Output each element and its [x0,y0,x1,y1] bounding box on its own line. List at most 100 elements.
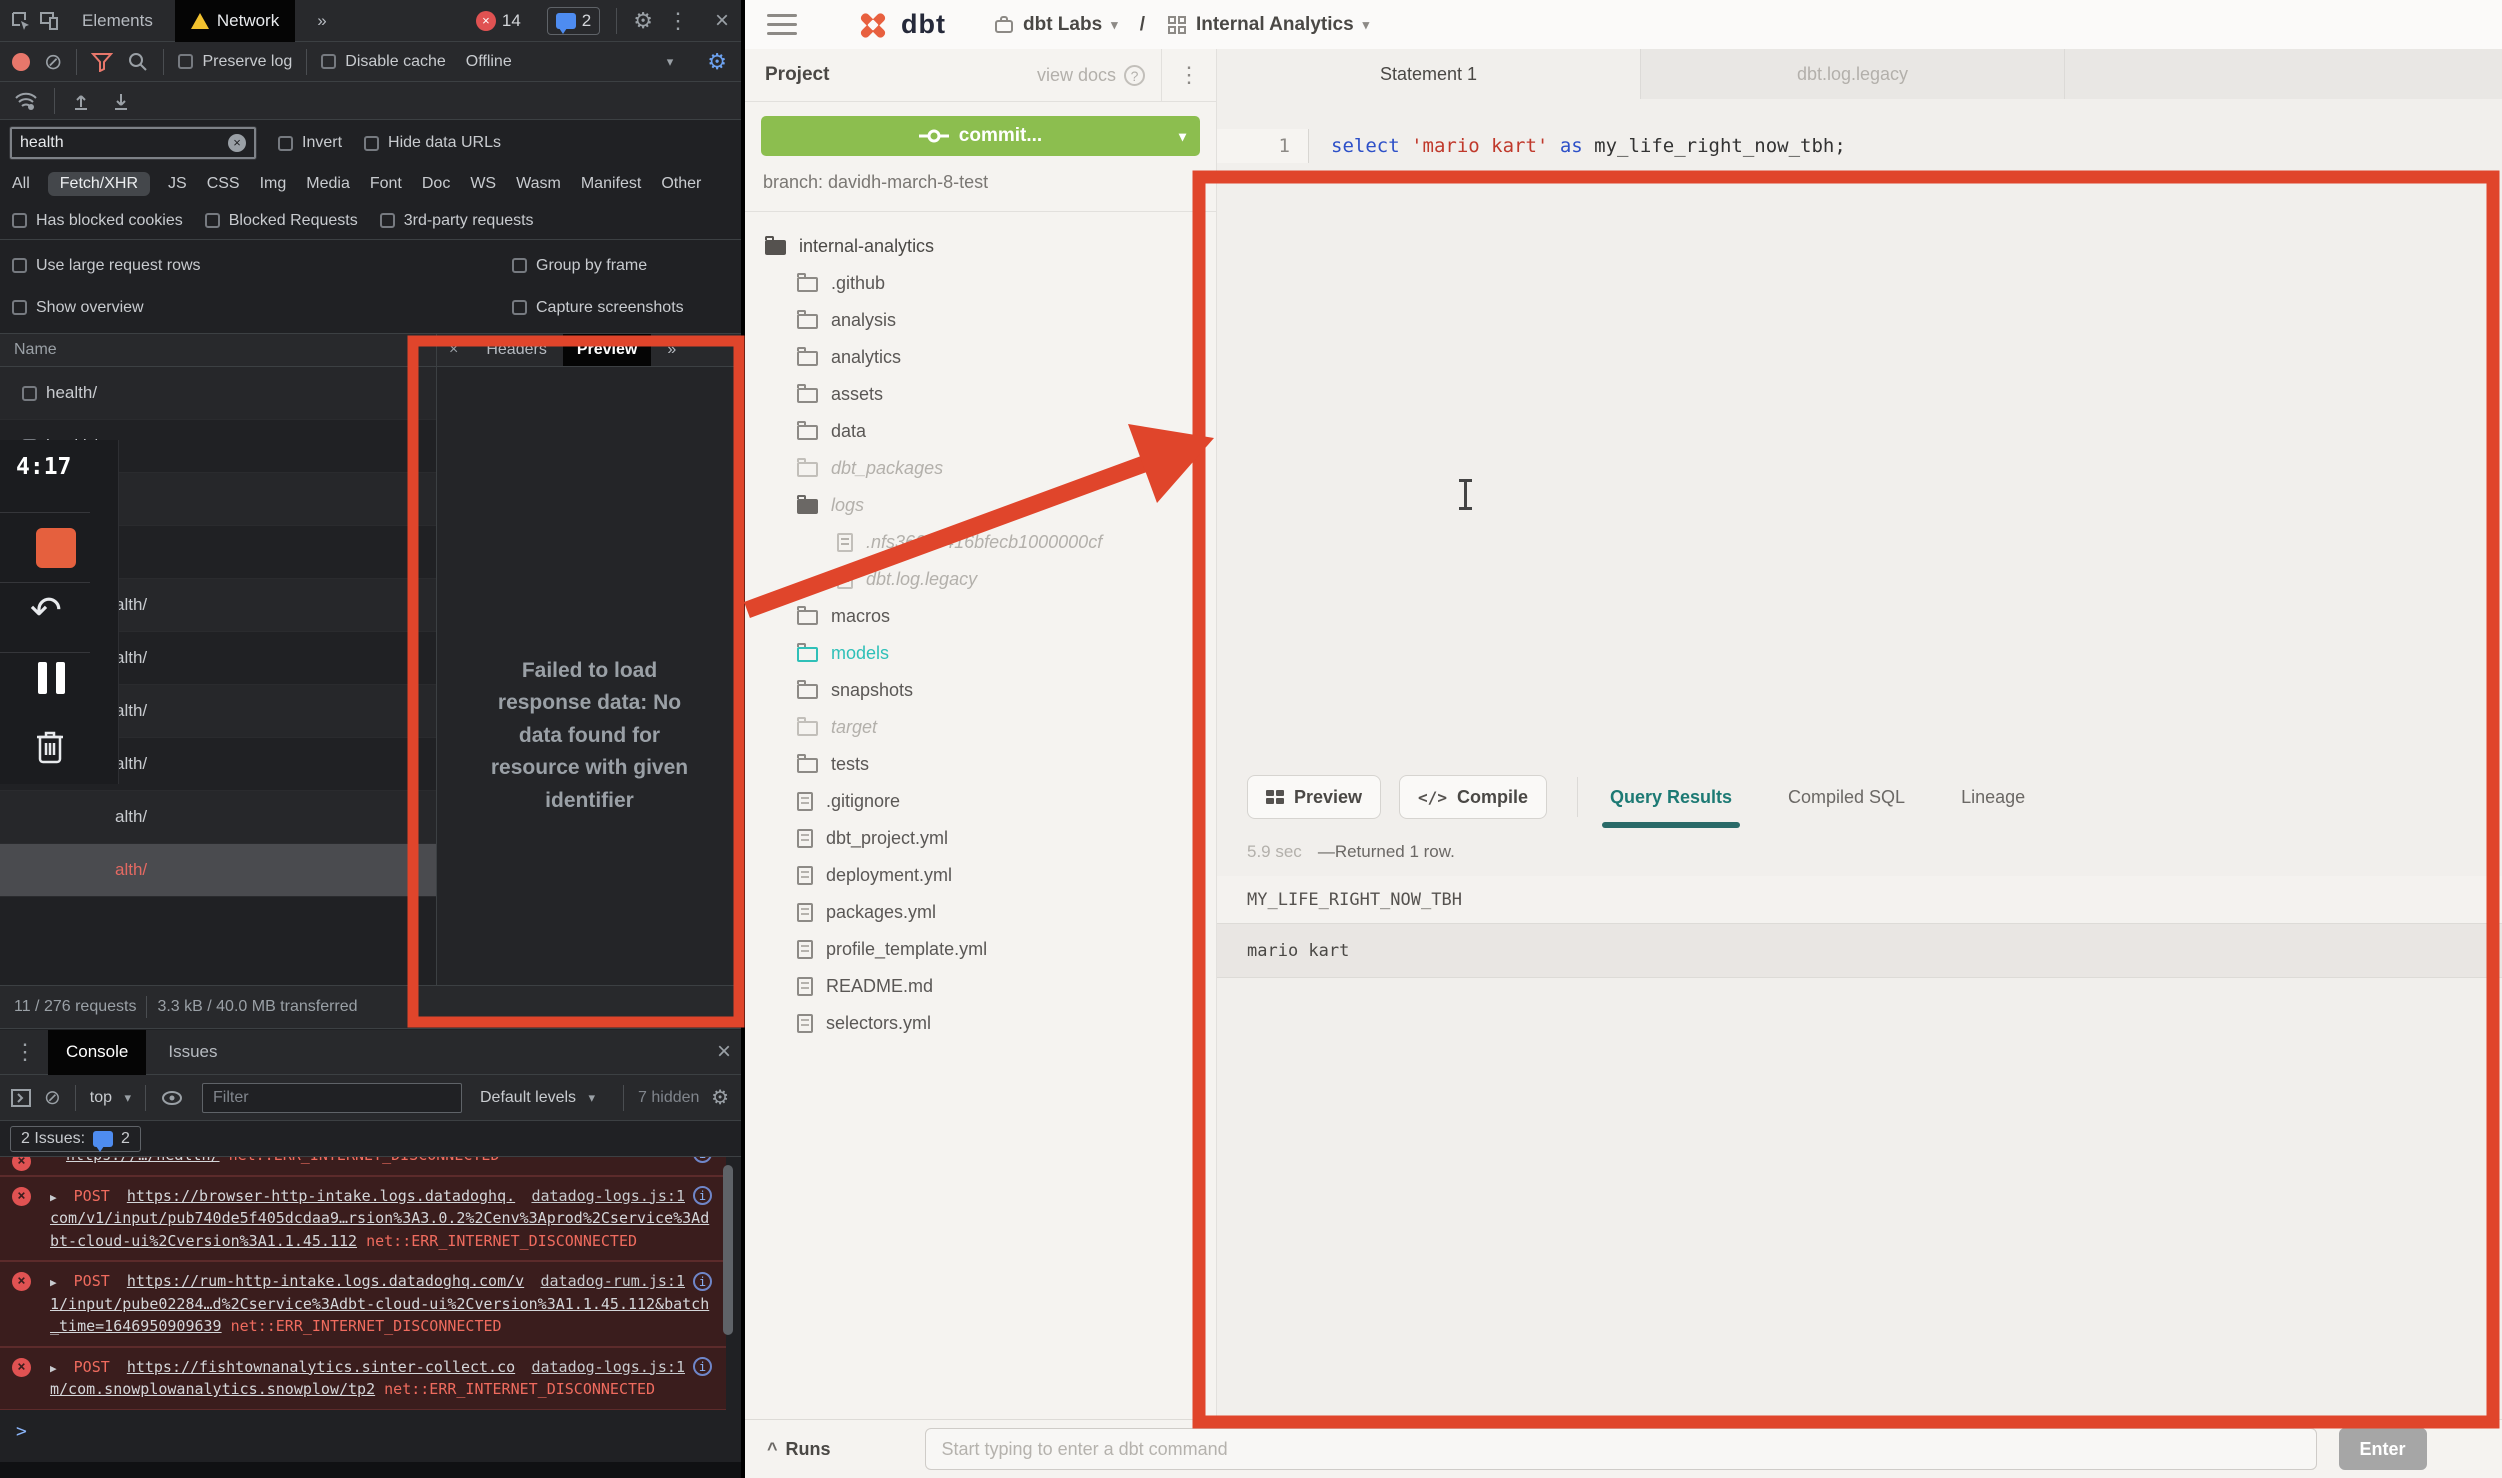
stop-recording-button[interactable] [36,528,76,568]
export-har-icon[interactable] [111,91,131,111]
tab-network[interactable]: Network [175,0,295,42]
results-tab[interactable]: Lineage [1961,766,2025,828]
issues-count-badge[interactable]: 2 [547,7,600,35]
info-icon[interactable]: i [693,1186,712,1205]
tab-statement-1[interactable]: Statement 1 [1217,49,1641,100]
project-kebab-icon[interactable]: ⋮ [1161,49,1216,101]
dbt-command-input[interactable]: Start typing to enter a dbt command [925,1428,2317,1470]
close-drawer-icon[interactable]: × [707,1038,741,1066]
source-location-link[interactable]: datadog-rum.js:1 [541,1270,686,1293]
filter-funnel-icon[interactable] [91,52,113,72]
view-option-checkbox[interactable]: Group by frame [512,257,741,275]
kebab-menu-icon[interactable]: ⋮ [659,8,697,34]
commit-dropdown-chevron-icon[interactable]: ▾ [1179,128,1186,145]
tree-item[interactable]: .nfs3665c416bfecb1000000cf [745,524,1216,561]
console-prompt-chevron[interactable]: > [16,1421,27,1442]
error-count-badge[interactable]: × 14 [476,11,521,31]
info-icon[interactable]: i [693,1157,712,1163]
console-filter-input[interactable]: Filter [202,1083,462,1113]
type-chip[interactable]: Font [368,172,404,196]
tree-item[interactable]: tests [745,746,1216,783]
type-chip[interactable]: WS [468,172,498,196]
tree-item[interactable]: selectors.yml [745,1005,1216,1042]
type-chip[interactable]: Other [659,172,703,196]
drawer-kebab-icon[interactable]: ⋮ [6,1039,44,1065]
network-request-row[interactable]: alth/ [0,844,436,897]
tree-item[interactable]: dbt_packages [745,450,1216,487]
console-sidebar-icon[interactable] [10,1088,32,1108]
close-devtools-icon[interactable]: × [703,7,741,35]
disable-cache-checkbox[interactable]: Disable cache [321,53,446,71]
account-switcher[interactable]: dbt Labs ▾ [994,14,1118,36]
type-chip[interactable]: Manifest [579,172,643,196]
view-option-checkbox[interactable]: Show overview [12,299,512,317]
filter-checkbox[interactable]: 3rd-party requests [380,212,534,230]
tree-item[interactable]: snapshots [745,672,1216,709]
close-detail-icon[interactable]: × [437,341,470,359]
tree-item[interactable]: analytics [745,339,1216,376]
filter-checkbox[interactable]: Has blocked cookies [12,212,183,230]
tree-item[interactable]: deployment.yml [745,857,1216,894]
type-chip[interactable]: Wasm [514,172,563,196]
network-request-row[interactable]: health/ [0,367,436,420]
search-icon[interactable] [127,51,149,73]
results-tab[interactable]: Query Results [1610,766,1732,828]
tree-item[interactable]: assets [745,376,1216,413]
tree-item[interactable]: README.md [745,968,1216,1005]
project-switcher[interactable]: Internal Analytics ▾ [1167,14,1369,36]
tree-item[interactable]: internal-analytics [745,228,1216,265]
view-docs-link[interactable]: view docs ? [1037,65,1161,86]
hide-data-urls-checkbox[interactable]: Hide data URLs [364,134,501,152]
source-location-link[interactable]: datadog-logs.js:1 [531,1185,685,1208]
view-option-checkbox[interactable]: Capture screenshots [512,299,741,317]
tree-item[interactable]: dbt_project.yml [745,820,1216,857]
tab-console[interactable]: Console [48,1030,146,1075]
info-icon[interactable]: i [693,1272,712,1291]
invert-checkbox[interactable]: Invert [278,134,342,152]
clear-console-icon[interactable]: ⊘ [44,1085,61,1110]
device-toolbar-icon[interactable] [38,10,60,32]
type-chip[interactable]: Fetch/XHR [48,172,150,196]
tab-elements[interactable]: Elements [66,0,169,42]
tree-item[interactable]: models [745,635,1216,672]
expand-triangle-icon[interactable]: ▶ [50,1276,57,1289]
import-har-icon[interactable] [71,91,91,111]
enter-button[interactable]: Enter [2339,1428,2427,1470]
tree-item[interactable]: packages.yml [745,894,1216,931]
tree-item[interactable]: profile_template.yml [745,931,1216,968]
tab-preview[interactable]: Preview [563,334,651,366]
type-chip[interactable]: JS [166,172,189,196]
tree-item[interactable]: .github [745,265,1216,302]
type-chip[interactable]: Doc [420,172,452,196]
inspect-element-icon[interactable] [10,10,32,32]
hamburger-menu-icon[interactable] [767,14,797,35]
throttling-select[interactable]: Offline [466,53,512,71]
type-chip[interactable]: Img [258,172,289,196]
trash-icon[interactable] [34,728,66,769]
network-request-row[interactable]: alth/ [0,791,436,844]
more-tabs-icon[interactable]: » [301,0,342,42]
results-tab[interactable]: Compiled SQL [1788,766,1905,828]
tree-item[interactable]: analysis [745,302,1216,339]
sql-editor[interactable]: 1 select 'mario kart' as my_life_right_n… [1217,99,2502,766]
log-levels-select[interactable]: Default levels ▾ [480,1089,595,1107]
more-detail-tabs-icon[interactable]: » [653,334,690,366]
type-chip[interactable]: All [10,172,32,196]
undo-icon[interactable]: ↶ [30,588,62,633]
request-url-link[interactable]: https://…/health/ [66,1157,220,1164]
preserve-log-checkbox[interactable]: Preserve log [178,53,292,71]
tree-item[interactable]: macros [745,598,1216,635]
info-icon[interactable]: i [693,1357,712,1376]
preview-button[interactable]: Preview [1247,775,1381,819]
console-scrollbar[interactable] [723,1165,733,1335]
commit-button[interactable]: commit... ▾ [761,116,1200,156]
network-filter-input[interactable]: health × [10,127,256,159]
tab-dbt-log-legacy[interactable]: dbt.log.legacy [1641,49,2065,99]
view-option-checkbox[interactable]: Use large request rows [12,257,512,275]
expand-triangle-icon[interactable]: ▶ [50,1191,57,1204]
network-settings-gear-icon[interactable]: ⚙ [707,49,727,75]
tab-issues[interactable]: Issues [150,1030,235,1075]
tab-headers[interactable]: Headers [472,334,560,366]
source-location-link[interactable]: datadog-logs.js:1 [531,1356,685,1379]
tree-item[interactable]: .gitignore [745,783,1216,820]
